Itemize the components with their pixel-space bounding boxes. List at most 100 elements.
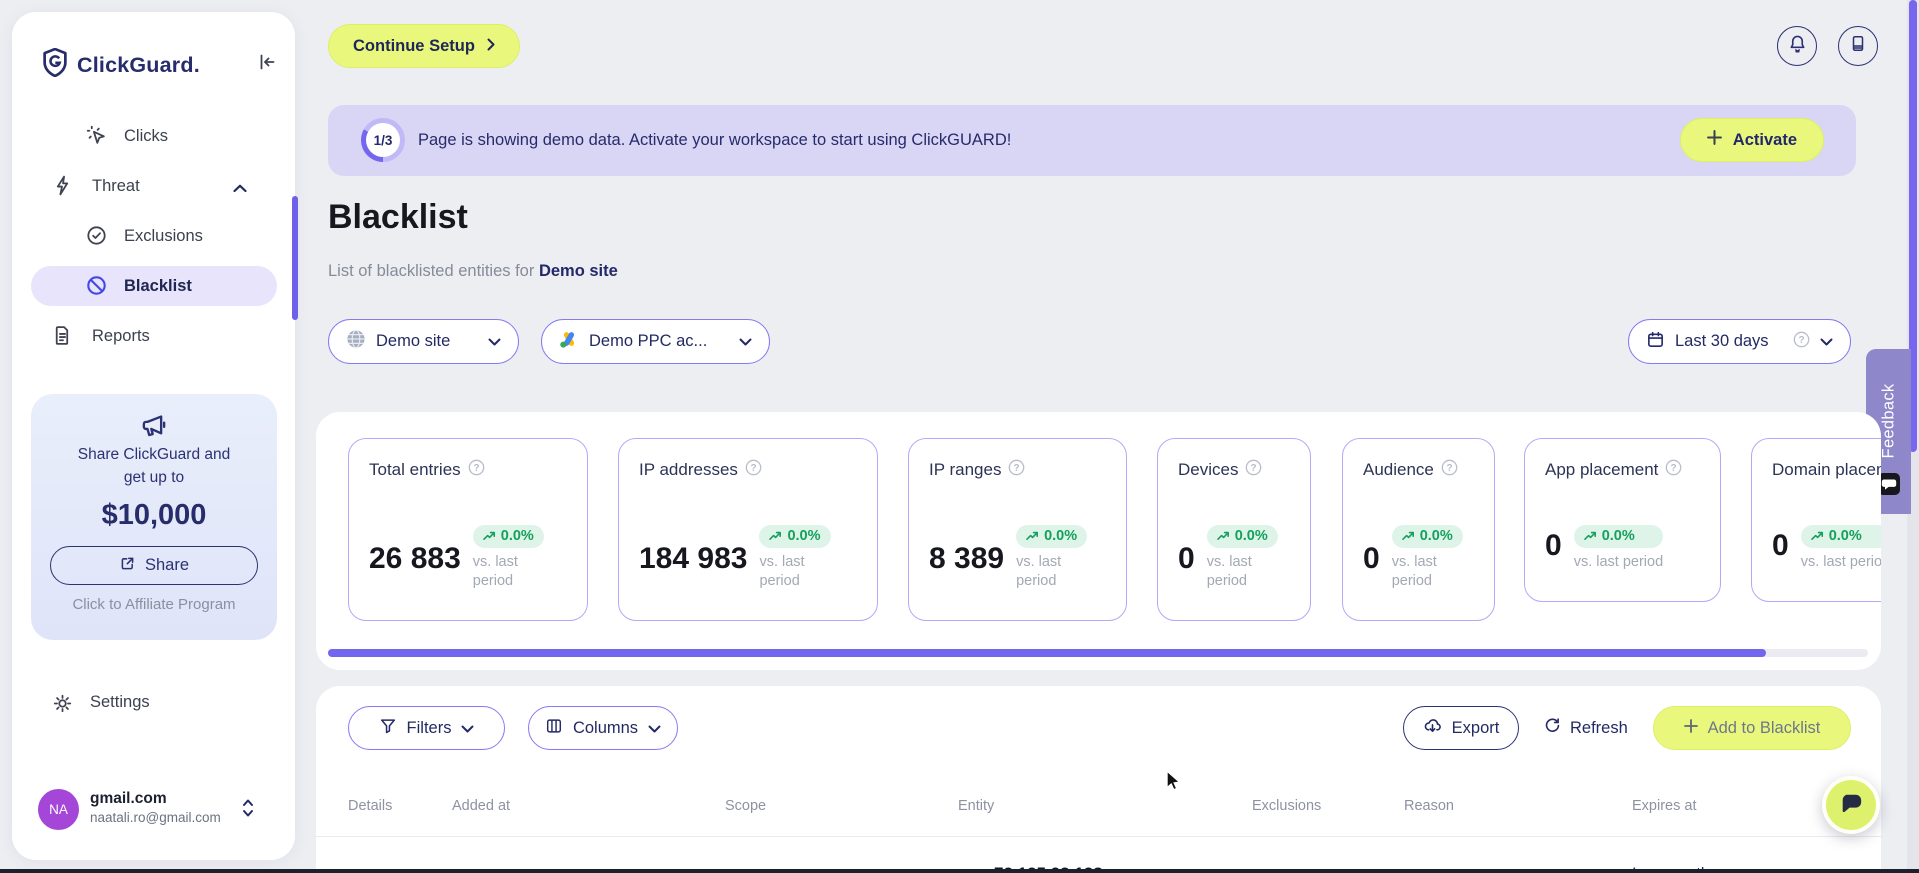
ppc-account-selector[interactable]: Demo PPC ac...: [541, 319, 770, 364]
sidebar-item-label: Reports: [92, 327, 150, 345]
svg-text:?: ?: [1798, 334, 1804, 345]
columns-button-label: Columns: [572, 718, 639, 737]
sidebar-item-threat[interactable]: Threat: [12, 166, 295, 206]
sidebar: ClickGuard. Clicks Threat Exclusions Bla…: [12, 12, 298, 860]
chat-launcher-button[interactable]: [1822, 776, 1880, 834]
column-header-scope: Scope: [725, 798, 767, 814]
chevron-up-icon: [233, 180, 247, 198]
stats-scrollbar-thumb[interactable]: [328, 649, 1766, 657]
stat-label: IP ranges: [929, 460, 1002, 479]
export-button-label: Export: [1451, 718, 1500, 737]
stat-delta-badge: 0.0%: [1206, 525, 1278, 548]
ppc-account-selector-label: Demo PPC ac...: [589, 332, 708, 350]
funnel-icon: [379, 717, 397, 740]
cloud-download-icon: [1423, 717, 1442, 739]
column-header-details: Details: [348, 798, 393, 814]
add-to-blacklist-button[interactable]: Add to Blacklist: [1653, 706, 1851, 750]
gear-icon: [52, 693, 73, 719]
collapse-sidebar-icon[interactable]: [257, 52, 277, 77]
setup-progress-step: 1/3: [373, 132, 393, 148]
account-switcher[interactable]: NA gmail.com naatali.ro@gmail.com: [24, 778, 283, 842]
help-icon[interactable]: ?: [1008, 459, 1025, 481]
ban-icon: [86, 275, 107, 301]
help-icon[interactable]: ?: [1793, 331, 1810, 353]
stat-delta-badge: 0.0%: [1016, 525, 1088, 548]
stat-card-total-entries: Total entries? 26 883 0.0% vs. last peri…: [348, 438, 588, 621]
svg-text:?: ?: [1014, 463, 1020, 474]
demo-data-banner: 1/3 Page is showing demo data. Activate …: [328, 105, 1856, 176]
stat-value: 0: [1545, 529, 1562, 562]
notifications-button[interactable]: [1777, 26, 1817, 66]
bell-icon: [1788, 34, 1807, 59]
sidebar-item-reports[interactable]: Reports: [12, 316, 295, 356]
app-root: ClickGuard. Clicks Threat Exclusions Bla…: [0, 0, 1919, 873]
chevron-right-icon: [487, 37, 495, 56]
column-header-added-at: Added at: [452, 798, 511, 814]
docs-button[interactable]: [1838, 26, 1878, 66]
share-button[interactable]: Share: [50, 546, 258, 585]
stat-label: App placement: [1545, 460, 1659, 479]
stat-value: 184 983: [639, 542, 748, 575]
stat-note: vs. last period: [1573, 554, 1664, 570]
account-name: gmail.com: [90, 790, 167, 807]
blacklist-table-panel: Filters Columns Export Refresh Add to Bl…: [316, 686, 1881, 873]
sidebar-item-clicks[interactable]: Clicks: [12, 116, 295, 156]
site-selector-label: Demo site: [376, 332, 451, 350]
chevron-down-icon: [461, 719, 474, 738]
help-icon[interactable]: ?: [468, 459, 485, 481]
chevrons-up-down-icon: [241, 796, 255, 825]
stat-delta-badge: 0.0%: [1391, 525, 1463, 548]
help-icon[interactable]: ?: [1665, 459, 1682, 481]
stat-card-ip-ranges: IP ranges? 8 389 0.0% vs. last period: [908, 438, 1127, 621]
sidebar-item-exclusions[interactable]: Exclusions: [12, 216, 295, 256]
affiliate-promo-card[interactable]: Share ClickGuard and get up to $10,000 S…: [31, 394, 277, 640]
stat-card-app-placement: App placement? 0 0.0% vs. last period: [1524, 438, 1721, 602]
continue-setup-button[interactable]: Continue Setup: [328, 24, 520, 68]
help-icon[interactable]: ?: [1441, 459, 1458, 481]
export-button[interactable]: Export: [1403, 706, 1519, 750]
activate-button-label: Activate: [1732, 130, 1797, 149]
stat-label: Audience: [1363, 460, 1434, 479]
stat-value: 26 883: [369, 542, 461, 575]
site-selector[interactable]: Demo site: [328, 319, 519, 364]
activate-button[interactable]: Activate: [1679, 118, 1824, 162]
columns-button[interactable]: Columns: [528, 706, 678, 750]
stats-panel: Total entries? 26 883 0.0% vs. last peri…: [316, 412, 1881, 670]
stat-delta-badge: 0.0%: [759, 525, 831, 548]
stat-value: 0: [1363, 542, 1380, 575]
chat-bubble-icon: [1838, 791, 1864, 820]
external-link-icon: [119, 555, 136, 577]
page-title: Blacklist: [328, 198, 468, 236]
sidebar-item-settings[interactable]: Settings: [12, 684, 295, 724]
stat-card-devices: Devices? 0 0.0% vs. last period: [1157, 438, 1311, 621]
column-header-entity: Entity: [958, 798, 995, 814]
plus-icon: [1706, 130, 1722, 150]
stat-note: vs. last period: [1800, 554, 1881, 570]
help-icon[interactable]: ?: [745, 459, 762, 481]
svg-text:?: ?: [1251, 463, 1257, 474]
refresh-button[interactable]: Refresh: [1544, 706, 1628, 750]
plus-icon: [1683, 718, 1698, 738]
stat-delta-badge: 0.0%: [1800, 525, 1881, 548]
share-button-label: Share: [144, 556, 190, 574]
stats-scrollbar-track: [328, 649, 1868, 657]
book-icon: [1849, 34, 1867, 58]
brand-logo[interactable]: ClickGuard.: [42, 47, 200, 82]
help-icon[interactable]: ?: [1245, 459, 1262, 481]
promo-line2: get up to: [123, 469, 185, 486]
svg-text:?: ?: [1671, 463, 1677, 474]
megaphone-icon: [31, 412, 277, 443]
filters-button[interactable]: Filters: [348, 706, 505, 750]
svg-text:?: ?: [1446, 463, 1452, 474]
stat-label: IP addresses: [639, 460, 738, 479]
filters-button-label: Filters: [406, 718, 452, 737]
document-icon: [52, 325, 73, 351]
date-range-selector[interactable]: Last 30 days ?: [1628, 319, 1851, 364]
sidebar-item-label: Blacklist: [124, 277, 192, 295]
sidebar-scrollbar-thumb[interactable]: [292, 196, 298, 320]
calendar-icon: [1646, 330, 1665, 354]
stat-value: 0: [1772, 529, 1789, 562]
stat-card-ip-addresses: IP addresses? 184 983 0.0% vs. last peri…: [618, 438, 878, 621]
sidebar-item-blacklist[interactable]: Blacklist: [31, 266, 277, 306]
lightning-icon: [52, 175, 73, 201]
